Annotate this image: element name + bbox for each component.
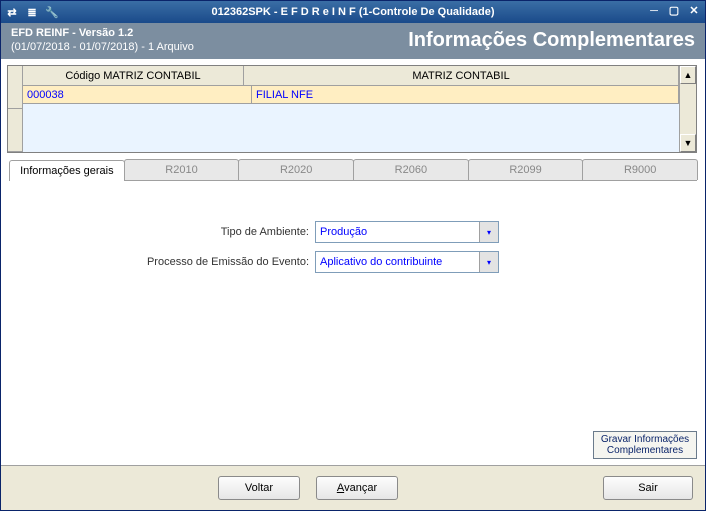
wrench-icon[interactable]: 🔧 bbox=[45, 6, 59, 19]
avancar-button[interactable]: Avançar bbox=[316, 476, 398, 500]
tipo-ambiente-value: Produção bbox=[320, 226, 367, 238]
chevron-down-icon[interactable]: ▾ bbox=[479, 222, 498, 242]
window-title: 012362SPK - E F D R e I N F (1-Controle … bbox=[59, 6, 647, 18]
tab-r2060[interactable]: R2060 bbox=[353, 159, 469, 180]
tab-r2099[interactable]: R2099 bbox=[468, 159, 584, 180]
table-row[interactable]: 000038 FILIAL NFE bbox=[23, 86, 679, 104]
tab-r9000[interactable]: R9000 bbox=[582, 159, 698, 180]
gravar-informacoes-button[interactable]: Gravar Informações Complementares bbox=[593, 431, 697, 459]
options-icon[interactable]: ≣ bbox=[25, 6, 39, 19]
column-header-codigo[interactable]: Código MATRIZ CONTABIL bbox=[23, 66, 244, 86]
processo-emissao-value: Aplicativo do contribuinte bbox=[320, 256, 442, 268]
tipo-ambiente-label: Tipo de Ambiente: bbox=[9, 226, 315, 238]
processo-emissao-select[interactable]: Aplicativo do contribuinte ▾ bbox=[315, 251, 499, 273]
tab-r2020[interactable]: R2020 bbox=[238, 159, 354, 180]
vertical-scrollbar[interactable]: ▲ ▼ bbox=[679, 66, 696, 152]
voltar-button[interactable]: Voltar bbox=[218, 476, 300, 500]
scroll-up-icon[interactable]: ▲ bbox=[680, 66, 696, 84]
column-header-matriz[interactable]: MATRIZ CONTABIL bbox=[244, 66, 679, 86]
cell-matriz[interactable]: FILIAL NFE bbox=[252, 86, 679, 104]
processo-emissao-label: Processo de Emissão do Evento: bbox=[9, 256, 315, 268]
tab-r2010[interactable]: R2010 bbox=[124, 159, 240, 180]
page-title: Informações Complementares bbox=[194, 29, 695, 52]
date-range-label: (01/07/2018 - 01/07/2018) - 1 Arquivo bbox=[11, 40, 194, 54]
cell-codigo[interactable]: 000038 bbox=[23, 86, 252, 104]
minimize-button[interactable]: ─ bbox=[647, 5, 661, 19]
close-button[interactable]: ✕ bbox=[687, 5, 701, 19]
tab-informacoes-gerais[interactable]: Informações gerais bbox=[9, 160, 125, 181]
sair-button[interactable]: Sair bbox=[603, 476, 693, 500]
chevron-down-icon[interactable]: ▾ bbox=[479, 252, 498, 272]
maximize-button[interactable]: ▢ bbox=[667, 5, 681, 19]
app-version-label: EFD REINF - Versão 1.2 bbox=[11, 26, 194, 40]
tipo-ambiente-select[interactable]: Produção ▾ bbox=[315, 221, 499, 243]
scroll-down-icon[interactable]: ▼ bbox=[680, 134, 696, 152]
arrows-icon[interactable]: ⇄ bbox=[5, 6, 19, 19]
